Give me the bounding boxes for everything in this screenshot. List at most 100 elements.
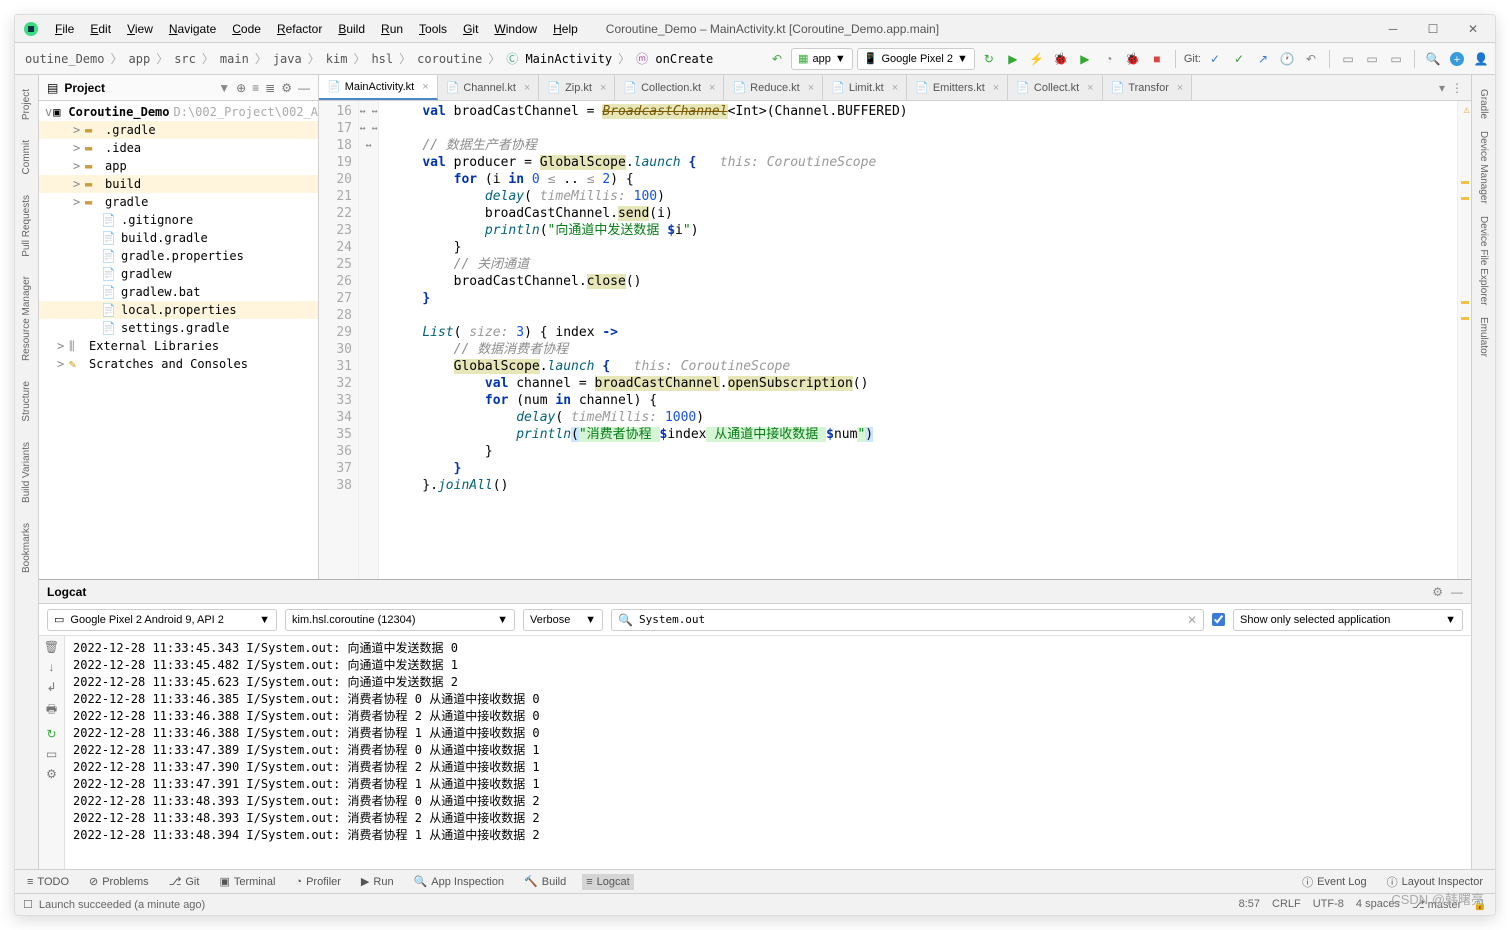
bottom-tool-profiler[interactable]: ◔Profiler — [291, 874, 345, 890]
logcat-filter-combo[interactable]: Show only selected application▼ — [1233, 609, 1463, 631]
attach-debugger-icon[interactable]: 🐞 — [1123, 49, 1143, 69]
rail-emulator[interactable]: Emulator — [1478, 311, 1489, 363]
tree-item[interactable]: >▬.gradle — [39, 121, 318, 139]
rail-device-file[interactable]: Device File Explorer — [1478, 210, 1489, 311]
close-tab-icon[interactable]: × — [808, 82, 814, 94]
crumb[interactable]: hsl — [365, 52, 399, 66]
log-output[interactable]: 2022-12-28 11:33:45.343 I/System.out: 向通… — [65, 636, 1471, 869]
bottom-tool-git[interactable]: ⎇Git — [165, 873, 204, 890]
resource-icon[interactable]: ▭ — [1386, 49, 1406, 69]
status-encoding[interactable]: UTF-8 — [1313, 898, 1344, 911]
bottom-tool-event-log[interactable]: ⓘEvent Log — [1298, 872, 1371, 892]
tree-item[interactable]: 📄gradle.properties — [39, 247, 318, 265]
bottom-tool-terminal[interactable]: ▣Terminal — [215, 873, 279, 890]
tree-item[interactable]: >▬app — [39, 157, 318, 175]
tree-item[interactable]: >▬build — [39, 175, 318, 193]
logcat-level-combo[interactable]: Verbose▼ — [523, 609, 603, 631]
close-tab-icon[interactable]: × — [1087, 82, 1093, 94]
rail-device-manager[interactable]: Device Manager — [1478, 125, 1489, 210]
menu-run[interactable]: Run — [373, 22, 411, 36]
editor-tab[interactable]: 📄Collection.kt× — [615, 75, 724, 100]
crumb[interactable]: src — [168, 52, 202, 66]
status-indicator-icon[interactable]: ☐ — [23, 898, 33, 911]
menu-build[interactable]: Build — [330, 22, 373, 36]
logcat-hide-icon[interactable]: — — [1451, 585, 1463, 599]
apply-changes-icon[interactable]: ⚡ — [1027, 49, 1047, 69]
clear-search-icon[interactable]: ✕ — [1187, 613, 1197, 627]
rail-commit[interactable]: Commit — [21, 134, 32, 180]
editor-tab[interactable]: 📄Limit.kt× — [823, 75, 907, 100]
close-tab-icon[interactable]: × — [422, 81, 428, 93]
status-line-sep[interactable]: CRLF — [1272, 898, 1301, 911]
select-opened-file-icon[interactable]: ⊕ — [236, 81, 246, 95]
crumb[interactable]: kim — [320, 52, 354, 66]
git-commit-icon[interactable]: ✓ — [1229, 49, 1249, 69]
bottom-tool-build[interactable]: 🔨Build — [520, 873, 570, 890]
editor-tab[interactable]: 📄Collect.kt× — [1008, 75, 1102, 100]
menu-view[interactable]: View — [119, 22, 161, 36]
close-tab-icon[interactable]: × — [993, 82, 999, 94]
menu-tools[interactable]: Tools — [411, 22, 455, 36]
rail-resource-manager[interactable]: Resource Manager — [21, 270, 32, 367]
refresh-icon[interactable]: ↻ — [979, 49, 999, 69]
settings-icon[interactable]: ⚙ — [46, 767, 57, 781]
menu-navigate[interactable]: Navigate — [161, 22, 224, 36]
menu-code[interactable]: Code — [224, 22, 269, 36]
bottom-tool-run[interactable]: ▶Run — [357, 873, 398, 890]
tree-item[interactable]: >▬.idea — [39, 139, 318, 157]
tree-item[interactable]: >✎Scratches and Consoles — [39, 355, 318, 373]
bottom-tool-logcat[interactable]: ≡Logcat — [582, 874, 633, 890]
status-caret-pos[interactable]: 8:57 — [1239, 898, 1260, 911]
logcat-device-combo[interactable]: ▭Google Pixel 2 Android 9, API 2▼ — [47, 609, 277, 631]
error-stripe[interactable]: ⚠ — [1457, 101, 1471, 579]
tree-item[interactable]: 📄.gitignore — [39, 211, 318, 229]
menu-help[interactable]: Help — [545, 22, 586, 36]
rail-build-variants[interactable]: Build Variants — [21, 436, 32, 509]
crumb[interactable]: coroutine — [411, 52, 488, 66]
logcat-search-input[interactable]: 🔍✕ — [611, 609, 1204, 631]
close-tab-icon[interactable]: × — [709, 82, 715, 94]
tabs-dropdown-icon[interactable]: ▾ — [1439, 81, 1445, 95]
git-history-icon[interactable]: 🕐 — [1277, 49, 1297, 69]
rail-structure[interactable]: Structure — [21, 375, 32, 428]
git-push-icon[interactable]: ↗ — [1253, 49, 1273, 69]
git-update-icon[interactable]: ✓ — [1205, 49, 1225, 69]
minimize-button[interactable]: ─ — [1379, 19, 1407, 39]
user-icon[interactable]: 👤 — [1471, 49, 1491, 69]
bottom-tool-problems[interactable]: ⊘Problems — [85, 873, 153, 890]
close-tab-icon[interactable]: × — [1177, 82, 1183, 94]
code-area[interactable]: val broadCastChannel = BroadcastChannel<… — [379, 101, 1457, 579]
collapse-all-icon[interactable]: ≣ — [265, 81, 275, 95]
project-panel-title[interactable]: Project — [64, 81, 212, 95]
tree-item[interactable]: >▬gradle — [39, 193, 318, 211]
rail-pull-requests[interactable]: Pull Requests — [21, 189, 32, 263]
code-editor[interactable]: 16 17 18 19 20 21 22 23 24 25 26 27 28 2… — [319, 101, 1471, 579]
expand-all-icon[interactable]: ≡ — [252, 81, 259, 95]
rail-project[interactable]: Project — [21, 83, 32, 126]
editor-tab[interactable]: 📄Emitters.kt× — [907, 75, 1008, 100]
screenshot-icon[interactable]: ▭ — [46, 747, 57, 761]
stop-icon[interactable]: ■ — [1147, 49, 1167, 69]
close-tab-icon[interactable]: × — [600, 82, 606, 94]
editor-tab[interactable]: 📄MainActivity.kt× — [319, 75, 438, 100]
tree-item[interactable]: 📄gradlew — [39, 265, 318, 283]
close-tab-icon[interactable]: × — [892, 82, 898, 94]
git-rollback-icon[interactable]: ↶ — [1301, 49, 1321, 69]
profile-icon[interactable]: ◔ — [1099, 49, 1119, 69]
editor-tab[interactable]: 📄Channel.kt× — [438, 75, 540, 100]
sdk-icon[interactable]: ▭ — [1362, 49, 1382, 69]
maximize-button[interactable]: ☐ — [1419, 19, 1447, 39]
bottom-tool-app-inspection[interactable]: 🔍App Inspection — [410, 873, 508, 890]
crumb[interactable]: java — [267, 52, 308, 66]
crumb[interactable]: Ⓒ MainActivity — [500, 50, 618, 67]
more-icon[interactable]: ⋮ — [1451, 81, 1463, 95]
new-ui-icon[interactable]: + — [1447, 49, 1467, 69]
rail-bookmarks[interactable]: Bookmarks — [21, 517, 32, 579]
logcat-regex-check[interactable] — [1212, 613, 1225, 626]
logcat-settings-icon[interactable]: ⚙ — [1432, 585, 1443, 599]
rail-gradle[interactable]: Gradle — [1478, 83, 1489, 125]
search-icon[interactable]: 🔍 — [1423, 49, 1443, 69]
menu-edit[interactable]: Edit — [82, 22, 119, 36]
run-icon[interactable]: ▶ — [1003, 49, 1023, 69]
breadcrumb[interactable]: outine_Demo〉app〉src〉main〉java〉kim〉hsl〉co… — [19, 50, 719, 67]
